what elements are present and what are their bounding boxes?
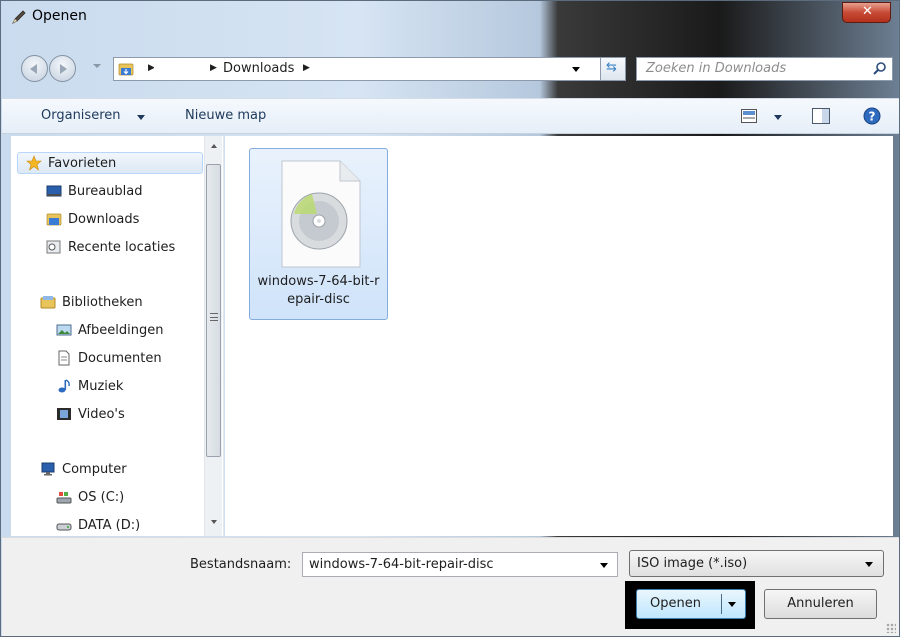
pen-icon (12, 10, 26, 24)
window-title: Openen (32, 8, 87, 24)
navigation-scrollbar[interactable] (204, 136, 222, 536)
navigation-pane: Favorieten Bureaublad Downloads Recente … (11, 136, 224, 536)
breadcrumb-redacted (154, 59, 208, 79)
file-item[interactable]: windows-7-64-bit-repair-disc (249, 148, 388, 320)
nav-label: Documenten (78, 350, 162, 366)
folder-icon (118, 63, 134, 76)
organize-menu[interactable]: Organiseren (41, 108, 121, 123)
nav-recent-places[interactable]: Recente locaties (46, 236, 175, 258)
refresh-button[interactable]: ⇆ (600, 57, 626, 81)
recent-places-icon (46, 240, 61, 254)
refresh-icon: ⇆ (606, 60, 617, 75)
disc-image-file-icon (281, 160, 361, 268)
file-list[interactable]: windows-7-64-bit-repair-disc (225, 136, 893, 536)
file-type-select[interactable]: ISO image (*.iso) (629, 550, 884, 577)
open-options-chevron-down-icon[interactable] (728, 602, 736, 607)
desktop-icon (46, 185, 62, 197)
nav-label: Favorieten (48, 155, 117, 171)
libraries-icon (40, 296, 56, 309)
filename-label: Bestandsnaam: (190, 557, 292, 572)
nav-label: DATA (D:) (78, 517, 141, 533)
search-icon[interactable] (872, 61, 888, 77)
scroll-up-arrow-icon[interactable] (211, 144, 217, 148)
open-button-highlight: Openen (625, 581, 755, 629)
pictures-icon (56, 324, 72, 336)
nav-label: Video's (78, 406, 125, 422)
navigation-bar: ▶ ▶ Downloads ▶ ⇆ Zoeken in Downloads (1, 51, 900, 91)
documents-icon (58, 350, 70, 366)
music-note-icon (58, 379, 70, 393)
back-button[interactable] (21, 55, 48, 82)
system-drive-icon (56, 492, 72, 504)
file-name: windows-7-64-bit-repair-disc (257, 274, 380, 307)
nav-music[interactable]: Muziek (56, 375, 123, 397)
nav-favorites[interactable]: Favorieten (17, 152, 203, 174)
close-icon: ✕ (862, 4, 873, 19)
nav-pictures[interactable]: Afbeeldingen (56, 319, 163, 341)
svg-text:?: ? (869, 110, 876, 124)
nav-desktop[interactable]: Bureaublad (46, 180, 143, 202)
recent-pages-chevron-icon[interactable] (93, 64, 101, 68)
nav-label: Downloads (68, 211, 140, 227)
star-icon (26, 155, 42, 171)
nav-drive-d[interactable]: DATA (D:) (56, 514, 140, 536)
dialog-footer: Bestandsnaam: windows-7-64-bit-repair-di… (2, 537, 899, 636)
search-placeholder: Zoeken in Downloads (646, 61, 787, 76)
scrollbar-thumb[interactable] (206, 164, 221, 457)
filename-input[interactable]: windows-7-64-bit-repair-disc (302, 552, 618, 577)
nav-label: Afbeeldingen (78, 322, 164, 338)
downloads-folder-icon (46, 213, 62, 226)
nav-label: Bureaublad (68, 183, 143, 199)
open-button[interactable]: Openen (636, 589, 746, 619)
nav-label: Recente locaties (68, 239, 176, 255)
nav-videos[interactable]: Video's (56, 403, 125, 425)
nav-documents[interactable]: Documenten (56, 347, 162, 369)
forward-button[interactable] (49, 55, 76, 82)
nav-label: Computer (62, 461, 127, 477)
view-chevron-down-icon[interactable] (774, 115, 782, 120)
cancel-button[interactable]: Annuleren (764, 589, 877, 619)
nav-libraries[interactable]: Bibliotheken (40, 291, 143, 313)
command-bar: Organiseren Nieuwe map ? (2, 98, 899, 134)
split-separator (721, 594, 722, 614)
open-label: Openen (650, 596, 701, 611)
address-history-chevron-icon[interactable] (572, 67, 580, 72)
close-button[interactable]: ✕ (842, 2, 891, 23)
nav-drive-c[interactable]: OS (C:) (56, 486, 124, 508)
search-input[interactable]: Zoeken in Downloads (636, 57, 893, 81)
video-film-icon (57, 408, 71, 420)
resize-grip-icon[interactable] (886, 623, 896, 633)
address-bar[interactable]: ▶ ▶ Downloads ▶ (113, 57, 601, 81)
nav-label: Bibliotheken (62, 294, 143, 310)
breadcrumb-arrow-icon[interactable]: ▶ (303, 63, 310, 73)
breadcrumb-downloads[interactable]: Downloads (223, 61, 294, 76)
filename-value: windows-7-64-bit-repair-disc (309, 557, 494, 572)
nav-downloads[interactable]: Downloads (46, 208, 139, 230)
computer-icon (41, 462, 55, 476)
help-icon[interactable]: ? (863, 107, 881, 125)
breadcrumb-arrow-icon[interactable]: ▶ (210, 63, 217, 73)
file-type-value: ISO image (*.iso) (637, 556, 748, 571)
new-folder-button[interactable]: Nieuwe map (185, 108, 266, 123)
chevron-down-icon[interactable] (137, 115, 145, 120)
open-file-dialog: Openen ✕ ▶ ▶ Downloads ▶ ⇆ Zoeken in Dow… (0, 0, 900, 637)
preview-pane-icon[interactable] (812, 108, 830, 124)
title-bar[interactable]: Openen ✕ (1, 1, 900, 33)
nav-label: OS (C:) (78, 489, 125, 505)
view-options-icon[interactable] (741, 109, 757, 123)
nav-label: Muziek (78, 378, 124, 394)
hard-drive-icon (56, 523, 72, 531)
nav-computer[interactable]: Computer (40, 458, 127, 480)
scroll-down-arrow-icon[interactable] (211, 520, 217, 524)
filename-chevron-down-icon[interactable] (600, 563, 608, 568)
file-type-chevron-down-icon[interactable] (865, 562, 873, 567)
grip-icon (210, 313, 218, 321)
